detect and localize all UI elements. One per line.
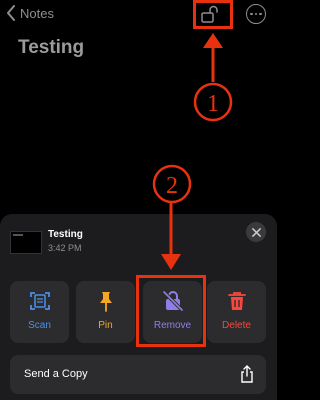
- step-1-number: 1: [207, 91, 219, 117]
- step-2-number: 2: [166, 173, 178, 199]
- annotation-overlay: 1 2: [152, 33, 233, 270]
- arrow-step-1: [203, 33, 223, 82]
- arrow-step-2: [161, 202, 181, 270]
